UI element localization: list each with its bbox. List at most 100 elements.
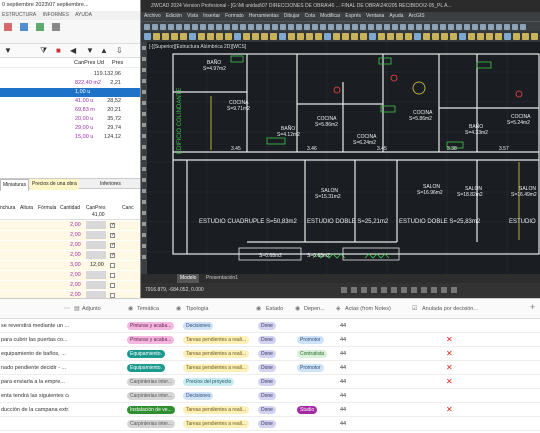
cad-draw-tool-icon[interactable] xyxy=(142,211,146,215)
cad-layer-icon[interactable] xyxy=(360,33,367,40)
tipologia-chip[interactable]: Tareas pendientes a reali... xyxy=(183,336,250,344)
table-row[interactable]: equipamiento de baños, ... Equipamiento. T… xyxy=(0,347,540,361)
concept-row[interactable]: 822,40 m2 2,21 xyxy=(0,79,140,88)
cad-tool-icon[interactable] xyxy=(520,24,526,30)
cad-menu-item[interactable]: Exprés xyxy=(345,13,361,19)
cad-menu-item[interactable]: Edición xyxy=(166,13,182,19)
estado-chip[interactable]: Done xyxy=(258,336,276,344)
cad-layer-icon[interactable] xyxy=(243,33,250,40)
cad-tool-icon[interactable] xyxy=(336,24,342,30)
dependencia-chip[interactable]: Promotor xyxy=(297,336,324,344)
tematica-chip[interactable]: Pinturas y acaba... xyxy=(127,336,175,344)
tab-miniaturas[interactable]: Miniaturas xyxy=(0,179,30,191)
estado-chip[interactable]: Done xyxy=(258,420,276,428)
table-row[interactable]: enta tendrá las siguientes ca... Carpinte… xyxy=(0,389,540,403)
dependencia-chip[interactable]: Studio xyxy=(297,406,318,414)
table-row[interactable]: para enviarla a la empre... Carpinterias … xyxy=(0,375,540,389)
add-field-icon[interactable]: + xyxy=(530,302,535,312)
dependencia-chip[interactable]: Contratista xyxy=(297,350,328,358)
cad-tool-icon[interactable] xyxy=(432,24,438,30)
cad-draw-tool-icon[interactable] xyxy=(142,156,146,160)
cad-layer-icon[interactable] xyxy=(369,33,376,40)
cad-tool-icon[interactable] xyxy=(184,24,190,30)
cad-layer-icon[interactable] xyxy=(522,33,529,40)
measurement-row[interactable]: 2,00 xyxy=(0,271,140,280)
arrow-down-icon[interactable]: ▼ xyxy=(86,47,94,55)
row-description[interactable]: nado pendiente decidir - ... xyxy=(1,365,69,371)
cad-layer-icon[interactable] xyxy=(153,33,160,40)
cad-tool-icon[interactable] xyxy=(312,24,318,30)
cad-draw-tool-icon[interactable] xyxy=(142,244,146,248)
cad-tool-icon[interactable] xyxy=(344,24,350,30)
cancelled-x-icon[interactable]: ✕ xyxy=(446,405,453,414)
cancelled-x-icon[interactable]: ✕ xyxy=(446,363,453,372)
cad-tool-icon[interactable] xyxy=(328,24,334,30)
cad-layer-icon[interactable] xyxy=(513,33,520,40)
status-toggle-icon[interactable] xyxy=(401,287,407,293)
cad-menu-item[interactable]: Cota xyxy=(305,13,316,19)
table-row[interactable]: Carpinterias inter... Tareas pendientes a… xyxy=(0,417,540,431)
concept-row[interactable]: 119.132,96 xyxy=(0,70,140,79)
estado-chip[interactable]: Done xyxy=(258,378,276,386)
drawing-canvas[interactable]: [-][Superior][Estructura Alámbrica 2D][W… xyxy=(147,42,540,274)
cantidad-value[interactable]: 2,00 xyxy=(70,221,81,230)
cad-layer-icon[interactable] xyxy=(477,33,484,40)
column-pres[interactable]: Pres xyxy=(112,58,123,68)
arrow-up-icon[interactable]: ▲ xyxy=(100,47,108,55)
estado-chip[interactable]: Done xyxy=(258,322,276,330)
row-checkbox[interactable] xyxy=(110,241,115,250)
arrow-left-icon[interactable]: ◀ xyxy=(70,47,76,55)
cad-tool-icon[interactable] xyxy=(384,24,390,30)
cad-tool-icon[interactable] xyxy=(256,24,262,30)
header-tematica[interactable]: Temática xyxy=(137,306,159,312)
cad-layer-icon[interactable] xyxy=(297,33,304,40)
cad-draw-tool-icon[interactable] xyxy=(142,222,146,226)
cad-layer-icon[interactable] xyxy=(378,33,385,40)
cad-tool-icon[interactable] xyxy=(400,24,406,30)
col-anchura[interactable]: nchura xyxy=(0,205,15,212)
cantidad-value[interactable]: 2,00 xyxy=(70,281,81,290)
cad-draw-tool-icon[interactable] xyxy=(142,90,146,94)
cad-tool-icon[interactable] xyxy=(152,24,158,30)
cad-menu-item[interactable]: Archivo xyxy=(144,13,161,19)
cantidad-value[interactable]: 2,00 xyxy=(70,271,81,280)
cad-layer-icon[interactable] xyxy=(432,33,439,40)
cad-menu-item[interactable]: Modificar xyxy=(320,13,340,19)
concept-row[interactable]: 41,00 u 28,52 xyxy=(0,97,140,106)
table-row[interactable]: nado pendiente decidir - ... Equipamiento… xyxy=(0,361,540,375)
cad-layer-icon[interactable] xyxy=(486,33,493,40)
status-toggle-icon[interactable] xyxy=(451,287,457,293)
cad-menu-item[interactable]: Ayuda xyxy=(389,13,403,19)
cad-layer-icon[interactable] xyxy=(504,33,511,40)
concept-row[interactable]: 1,00 u xyxy=(0,88,140,97)
tab-modelo[interactable]: Modelo xyxy=(177,274,200,283)
row-checkbox[interactable] xyxy=(110,221,115,230)
cad-draw-tool-icon[interactable] xyxy=(142,123,146,127)
cad-tool-icon[interactable] xyxy=(168,24,174,30)
tab-precios-obra[interactable]: Precios de una obra xyxy=(30,179,79,190)
header-tipologia[interactable]: Tipología xyxy=(186,306,208,312)
measurement-row[interactable]: 2,00 xyxy=(0,251,140,260)
cad-tool-icon[interactable] xyxy=(352,24,358,30)
tipologia-chip[interactable]: Decisiones xyxy=(183,322,214,330)
cad-tool-icon[interactable] xyxy=(448,24,454,30)
cad-draw-tool-icon[interactable] xyxy=(142,57,146,61)
status-toggle-icon[interactable] xyxy=(411,287,417,293)
cad-layer-icon[interactable] xyxy=(270,33,277,40)
measurement-row[interactable]: 2,00 xyxy=(0,231,140,240)
measurement-row[interactable]: 3,00 12,00 xyxy=(0,261,140,270)
toolbar-icon[interactable] xyxy=(36,23,44,31)
measurement-row[interactable]: 2,00 xyxy=(0,291,140,298)
cad-layer-icon[interactable] xyxy=(279,33,286,40)
estado-chip[interactable]: Done xyxy=(258,406,276,414)
column-canpres-ud[interactable]: CanPres Ud xyxy=(74,58,104,68)
cad-tool-icon[interactable] xyxy=(360,24,366,30)
col-formula[interactable]: Fórmula xyxy=(38,205,56,212)
cad-layer-icon[interactable] xyxy=(459,33,466,40)
cad-layer-icon[interactable] xyxy=(225,33,232,40)
cad-tool-icon[interactable] xyxy=(456,24,462,30)
cad-draw-tool-icon[interactable] xyxy=(142,101,146,105)
cad-menu-item[interactable]: Insertar xyxy=(203,13,220,19)
cad-tool-icon[interactable] xyxy=(232,24,238,30)
status-toggle-icon[interactable] xyxy=(441,287,447,293)
